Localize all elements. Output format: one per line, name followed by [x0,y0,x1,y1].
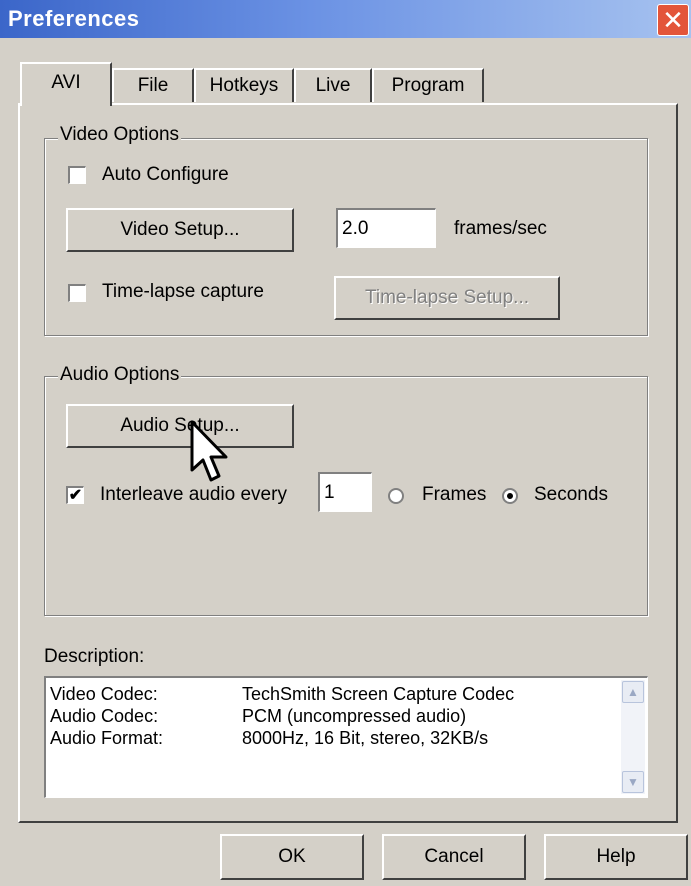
scroll-down-icon[interactable]: ▼ [622,771,644,793]
tab-label: Hotkeys [209,75,279,96]
radio-selected-icon [507,493,513,499]
auto-configure-checkbox[interactable] [68,166,86,184]
tab-label: Program [391,75,465,96]
tab-program[interactable]: Program [372,68,484,102]
audio-format-value: 8000Hz, 16 Bit, stereo, 32KB/s [242,728,489,748]
audio-codec-value: PCM (uncompressed audio) [242,706,467,726]
tab-label: File [137,75,169,96]
ok-button[interactable]: OK [220,834,364,880]
tab-label: AVI [51,72,81,93]
ok-label: OK [278,846,306,867]
help-label: Help [596,846,636,867]
cancel-label: Cancel [424,846,484,867]
tab-avi[interactable]: AVI [20,62,112,106]
frames-label: Frames [422,484,487,505]
frames-radio[interactable] [388,488,404,504]
mouse-cursor-icon [190,420,228,482]
audio-setup-button[interactable]: Audio Setup... [66,404,294,448]
tab-live[interactable]: Live [294,68,372,102]
interleave-checkbox[interactable]: ✔ [66,486,84,504]
video-setup-label: Video Setup... [120,219,240,240]
cancel-button[interactable]: Cancel [382,834,526,880]
frame-rate-input[interactable] [336,208,436,248]
video-setup-button[interactable]: Video Setup... [66,208,294,252]
window-title: Preferences [8,6,140,31]
time-lapse-setup-button[interactable]: Time-lapse Setup... [334,276,560,320]
interleave-label: Interleave audio every [100,484,287,505]
description-scrollbar[interactable]: ▲ ▼ [621,680,645,794]
audio-format-key: Audio Format: [50,728,164,748]
description-box: Video Codec: TechSmith Screen Capture Co… [44,676,648,798]
checkmark-icon: ✔ [68,487,83,504]
title-bar: Preferences ✕ [0,0,691,38]
time-lapse-checkbox[interactable] [68,284,86,302]
description-label: Description: [44,646,145,667]
interleave-input[interactable] [318,472,372,512]
close-button[interactable]: ✕ [657,4,689,36]
audio-options-legend: Audio Options [58,364,182,386]
frame-rate-unit: frames/sec [454,218,547,239]
close-icon: ✕ [662,5,684,35]
seconds-label: Seconds [534,484,608,505]
video-codec-key: Video Codec: [50,684,158,704]
video-codec-value: TechSmith Screen Capture Codec [242,684,515,704]
tab-label: Live [315,75,351,96]
tab-hotkeys[interactable]: Hotkeys [194,68,294,102]
tab-file[interactable]: File [112,68,194,102]
time-lapse-setup-label: Time-lapse Setup... [364,287,530,308]
scroll-up-icon[interactable]: ▲ [622,681,644,703]
help-button[interactable]: Help [544,834,688,880]
auto-configure-label: Auto Configure [102,164,229,185]
seconds-radio[interactable] [502,488,518,504]
audio-codec-key: Audio Codec: [50,706,159,726]
time-lapse-label: Time-lapse capture [102,281,264,302]
video-options-legend: Video Options [58,124,182,146]
